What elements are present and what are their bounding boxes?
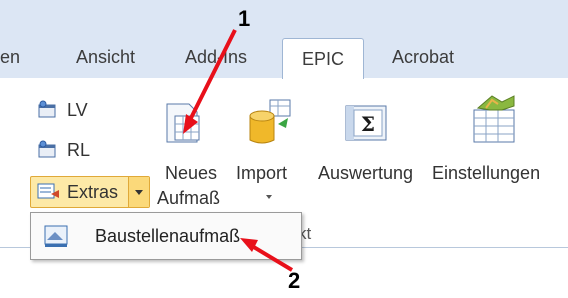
annotation-overlay <box>183 29 294 272</box>
arrow-1 <box>188 29 237 121</box>
arrow-2 <box>250 244 294 272</box>
arrow-1-head <box>183 114 198 134</box>
callout-2: 2 <box>288 268 301 293</box>
callout-1: 1 <box>238 6 251 31</box>
